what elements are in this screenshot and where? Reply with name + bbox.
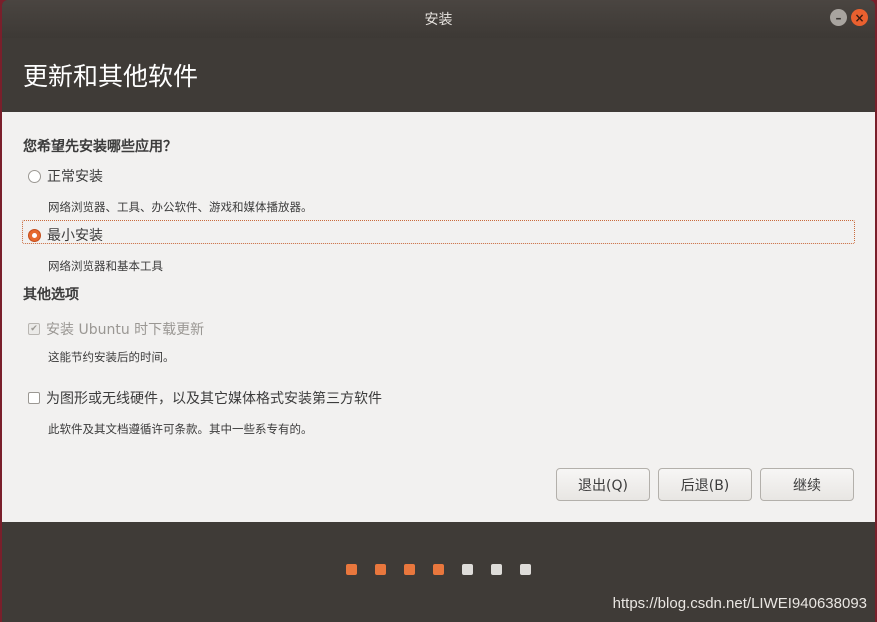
progress-dot: [462, 564, 473, 575]
minimal-install-radio[interactable]: [28, 228, 41, 242]
progress-dot: [491, 564, 502, 575]
minimal-install-desc: 网络浏览器和基本工具: [48, 259, 163, 273]
quit-button[interactable]: 退出(Q): [556, 468, 650, 501]
titlebar: 安装 – ×: [2, 0, 875, 38]
download-updates-desc: 这能节约安装后的时间。: [48, 350, 175, 364]
progress-dots: [346, 564, 531, 575]
normal-install-option[interactable]: 正常安装: [23, 166, 103, 186]
main-content: 您希望先安装哪些应用？ 正常安装 网络浏览器、工具、办公软件、游戏和媒体播放器。…: [2, 112, 875, 522]
selection-focus-ring: [22, 220, 855, 244]
normal-install-radio[interactable]: [28, 169, 41, 183]
progress-dot: [433, 564, 444, 575]
normal-install-desc: 网络浏览器、工具、办公软件、游戏和媒体播放器。: [48, 200, 313, 214]
minimize-icon[interactable]: –: [830, 9, 847, 26]
page-header: 更新和其他软件: [2, 38, 875, 112]
download-updates-option: ✔ 安装 Ubuntu 时下载更新: [23, 319, 204, 339]
progress-dot: [520, 564, 531, 575]
install-type-question: 您希望先安装哪些应用？: [23, 139, 177, 155]
progress-dot: [346, 564, 357, 575]
installer-window: 安装 – × 更新和其他软件 您希望先安装哪些应用？ 正常安装 网络浏览器、工具…: [2, 0, 875, 622]
other-options-title: 其他选项: [23, 287, 79, 303]
close-icon[interactable]: ×: [851, 9, 868, 26]
back-button[interactable]: 后退(B): [658, 468, 752, 501]
normal-install-label: 正常安装: [47, 169, 103, 185]
page-title: 更新和其他软件: [23, 62, 199, 91]
download-updates-label: 安装 Ubuntu 时下载更新: [46, 322, 205, 338]
minimal-install-label: 最小安装: [47, 228, 103, 244]
window-title: 安装: [424, 12, 453, 28]
minimal-install-option[interactable]: 最小安装: [23, 225, 103, 245]
progress-dot: [375, 564, 386, 575]
third-party-label: 为图形或无线硬件，以及其它媒体格式安装第三方软件: [46, 391, 382, 407]
watermark: https://blog.csdn.net/LIWEI940638093: [612, 595, 867, 612]
window-controls: – ×: [830, 9, 868, 26]
progress-dot: [404, 564, 415, 575]
third-party-option[interactable]: 为图形或无线硬件，以及其它媒体格式安装第三方软件: [23, 388, 382, 408]
continue-button[interactable]: 继续: [760, 468, 854, 501]
third-party-desc: 此软件及其文档遵循许可条款。其中一些系专有的。: [48, 422, 313, 436]
download-updates-checkbox: ✔: [28, 323, 40, 335]
third-party-checkbox[interactable]: [28, 392, 40, 404]
